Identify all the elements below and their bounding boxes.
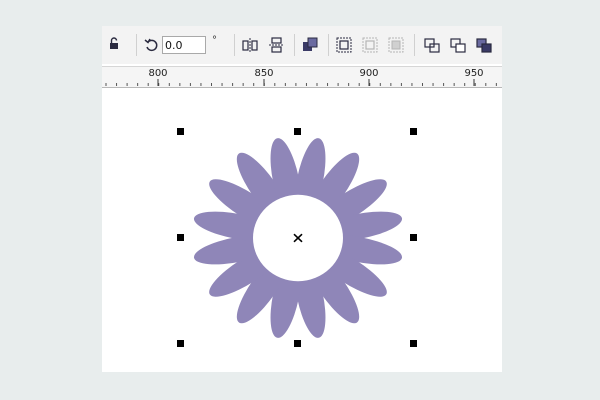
toolbar-separator (328, 34, 329, 56)
selection-handle-top-left[interactable] (177, 128, 184, 135)
toolbar-separator (136, 34, 137, 56)
intersect-icon[interactable] (474, 35, 494, 55)
drawing-canvas[interactable] (102, 88, 502, 372)
toolbar-separator (294, 34, 295, 56)
selection-handle-bottom-center[interactable] (294, 340, 301, 347)
toolbar-separator (414, 34, 415, 56)
property-toolbar: ° (102, 26, 502, 64)
lock-icon[interactable] (106, 35, 126, 55)
app-window: ° (102, 26, 502, 372)
selection-handle-bottom-left[interactable] (177, 340, 184, 347)
ungroup-all-icon[interactable] (386, 35, 406, 55)
selection-handle-middle-right[interactable] (410, 234, 417, 241)
selection-handle-middle-left[interactable] (177, 234, 184, 241)
ruler-label-850: 850 (254, 68, 274, 79)
ungroup-icon[interactable] (360, 35, 380, 55)
mirror-horizontal-icon[interactable] (240, 35, 260, 55)
selection-handle-bottom-right[interactable] (410, 340, 417, 347)
rotation-angle-input[interactable] (162, 36, 206, 54)
mirror-vertical-icon[interactable] (266, 35, 286, 55)
horizontal-ruler: 800 850 900 950 (102, 66, 502, 88)
ruler-label-950: 950 (464, 68, 484, 79)
angle-unit-label: ° (212, 35, 217, 46)
ruler-label-900: 900 (359, 68, 379, 79)
rotate-icon (144, 38, 158, 52)
toolbar-separator (234, 34, 235, 56)
group-icon[interactable] (334, 35, 354, 55)
flower-shape[interactable] (102, 88, 502, 372)
flower-group (193, 138, 403, 338)
weld-icon[interactable] (422, 35, 442, 55)
ruler-label-800: 800 (148, 68, 168, 79)
selection-handle-top-center[interactable] (294, 128, 301, 135)
selection-handle-top-right[interactable] (410, 128, 417, 135)
arrange-order-icon[interactable] (300, 35, 320, 55)
trim-icon[interactable] (448, 35, 468, 55)
